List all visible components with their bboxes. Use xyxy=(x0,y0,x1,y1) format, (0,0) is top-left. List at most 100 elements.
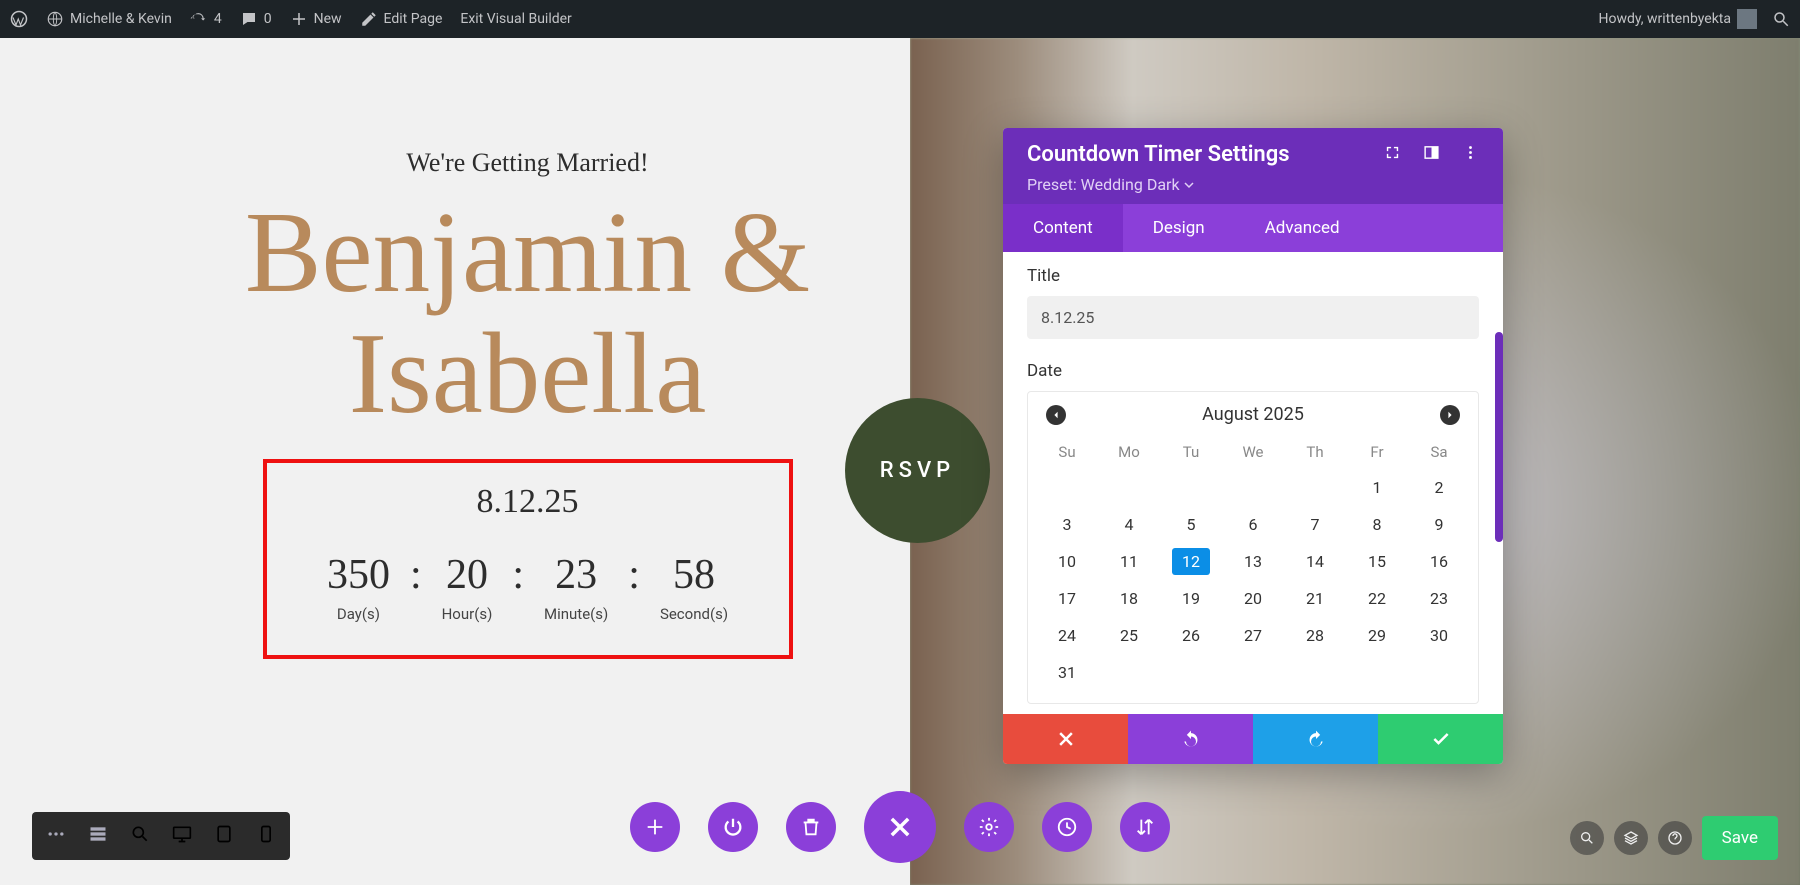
power-button[interactable] xyxy=(708,802,758,852)
exit-builder-link[interactable]: Exit Visual Builder xyxy=(460,11,571,27)
calendar-dow: Sa xyxy=(1408,435,1470,469)
calendar-dow: Mo xyxy=(1098,435,1160,469)
sort-button[interactable] xyxy=(1120,802,1170,852)
search-icon[interactable] xyxy=(1772,10,1790,28)
viewport-toolbar xyxy=(32,812,290,860)
calendar-day[interactable]: 11 xyxy=(1098,543,1160,580)
user-greeting[interactable]: Howdy, writtenbyekta xyxy=(1598,9,1757,29)
discard-button[interactable] xyxy=(1003,714,1128,764)
history-button[interactable] xyxy=(1042,802,1092,852)
expand-icon[interactable] xyxy=(1384,144,1401,165)
calendar-next-button[interactable] xyxy=(1440,405,1460,425)
preset-dropdown[interactable]: Preset: Wedding Dark xyxy=(1027,175,1479,194)
calendar-day[interactable]: 16 xyxy=(1408,543,1470,580)
calendar-day[interactable]: 17 xyxy=(1036,580,1098,617)
calendar-day[interactable]: 29 xyxy=(1346,617,1408,654)
calendar-day[interactable]: 6 xyxy=(1222,506,1284,543)
calendar-day[interactable]: 8 xyxy=(1346,506,1408,543)
calendar-day[interactable]: 22 xyxy=(1346,580,1408,617)
countdown-title: 8.12.25 xyxy=(297,483,759,521)
zoom-icon[interactable] xyxy=(130,824,150,848)
comments-link[interactable]: 0 xyxy=(240,10,272,28)
calendar-dow: Th xyxy=(1284,435,1346,469)
calendar-day[interactable]: 24 xyxy=(1036,617,1098,654)
calendar-day[interactable]: 4 xyxy=(1098,506,1160,543)
calendar-picker: August 2025 SuMoTuWeThFrSa12345678910111… xyxy=(1027,391,1479,704)
calendar-day[interactable]: 7 xyxy=(1284,506,1346,543)
add-section-button[interactable] xyxy=(630,802,680,852)
redo-button[interactable] xyxy=(1253,714,1378,764)
wp-logo-icon[interactable] xyxy=(10,10,28,28)
wp-admin-bar: Michelle & Kevin 4 0 New Edit Page Exit … xyxy=(0,0,1800,38)
panel-title: Countdown Timer Settings xyxy=(1027,142,1290,167)
calendar-day[interactable]: 25 xyxy=(1098,617,1160,654)
mobile-view-icon[interactable] xyxy=(256,824,276,848)
calendar-day[interactable]: 15 xyxy=(1346,543,1408,580)
close-builder-button[interactable] xyxy=(864,791,936,863)
title-field-input[interactable] xyxy=(1027,296,1479,339)
calendar-dow: Fr xyxy=(1346,435,1408,469)
edit-page-link[interactable]: Edit Page xyxy=(360,10,443,28)
calendar-day[interactable]: 10 xyxy=(1036,543,1098,580)
site-name-link[interactable]: Michelle & Kevin xyxy=(46,10,172,28)
help-icon[interactable] xyxy=(1658,821,1692,855)
snap-icon[interactable] xyxy=(1423,144,1440,165)
calendar-day[interactable]: 30 xyxy=(1408,617,1470,654)
title-field-label: Title xyxy=(1027,266,1479,286)
undo-button[interactable] xyxy=(1128,714,1253,764)
date-field-label: Date xyxy=(1027,361,1479,381)
settings-button[interactable] xyxy=(964,802,1014,852)
countdown-module[interactable]: 8.12.25 350Day(s) : 20Hour(s) : 23Minute… xyxy=(263,459,793,659)
confirm-button[interactable] xyxy=(1378,714,1503,764)
calendar-day[interactable]: 12 xyxy=(1160,543,1222,580)
hero-tagline: We're Getting Married! xyxy=(290,148,765,178)
desktop-view-icon[interactable] xyxy=(172,824,192,848)
calendar-day[interactable]: 13 xyxy=(1222,543,1284,580)
scrollbar[interactable] xyxy=(1495,332,1503,542)
hero-left: We're Getting Married! Benjamin & Isabel… xyxy=(0,38,910,885)
tab-design[interactable]: Design xyxy=(1123,204,1235,252)
tablet-view-icon[interactable] xyxy=(214,824,234,848)
countdown-seconds: 58 xyxy=(660,551,728,599)
save-button[interactable]: Save xyxy=(1702,816,1778,860)
more-menu-icon[interactable] xyxy=(46,824,66,848)
avatar xyxy=(1737,9,1757,29)
new-link[interactable]: New xyxy=(290,10,342,28)
updates-link[interactable]: 4 xyxy=(190,10,222,28)
calendar-dow: Tu xyxy=(1160,435,1222,469)
calendar-day[interactable]: 2 xyxy=(1408,469,1470,506)
calendar-day[interactable]: 27 xyxy=(1222,617,1284,654)
calendar-dow: We xyxy=(1222,435,1284,469)
search-mini-icon[interactable] xyxy=(1570,821,1604,855)
trash-button[interactable] xyxy=(786,802,836,852)
calendar-day[interactable]: 1 xyxy=(1346,469,1408,506)
module-settings-panel: Countdown Timer Settings Preset: Wedding… xyxy=(1003,128,1503,764)
calendar-month: August 2025 xyxy=(1202,404,1304,425)
calendar-day[interactable]: 5 xyxy=(1160,506,1222,543)
calendar-day[interactable]: 23 xyxy=(1408,580,1470,617)
countdown-hours: 20 xyxy=(442,551,493,599)
tab-advanced[interactable]: Advanced xyxy=(1235,204,1370,252)
layers-icon[interactable] xyxy=(1614,821,1648,855)
calendar-day[interactable]: 9 xyxy=(1408,506,1470,543)
calendar-dow: Su xyxy=(1036,435,1098,469)
calendar-day[interactable]: 28 xyxy=(1284,617,1346,654)
calendar-day[interactable]: 14 xyxy=(1284,543,1346,580)
countdown-minutes: 23 xyxy=(544,551,608,599)
calendar-day[interactable]: 3 xyxy=(1036,506,1098,543)
countdown-row: 350Day(s) : 20Hour(s) : 23Minute(s) : 58… xyxy=(297,551,759,623)
builder-toolbar xyxy=(630,791,1170,863)
wireframe-icon[interactable] xyxy=(88,824,108,848)
calendar-day[interactable]: 21 xyxy=(1284,580,1346,617)
rsvp-button[interactable]: RSVP xyxy=(845,398,990,543)
countdown-days: 350 xyxy=(327,551,390,599)
calendar-day[interactable]: 18 xyxy=(1098,580,1160,617)
more-icon[interactable] xyxy=(1462,144,1479,165)
tab-content[interactable]: Content xyxy=(1003,204,1123,252)
hero-names: Benjamin & Isabella xyxy=(208,193,848,435)
calendar-day[interactable]: 31 xyxy=(1036,654,1098,691)
calendar-day[interactable]: 20 xyxy=(1222,580,1284,617)
calendar-day[interactable]: 26 xyxy=(1160,617,1222,654)
calendar-prev-button[interactable] xyxy=(1046,405,1066,425)
calendar-day[interactable]: 19 xyxy=(1160,580,1222,617)
